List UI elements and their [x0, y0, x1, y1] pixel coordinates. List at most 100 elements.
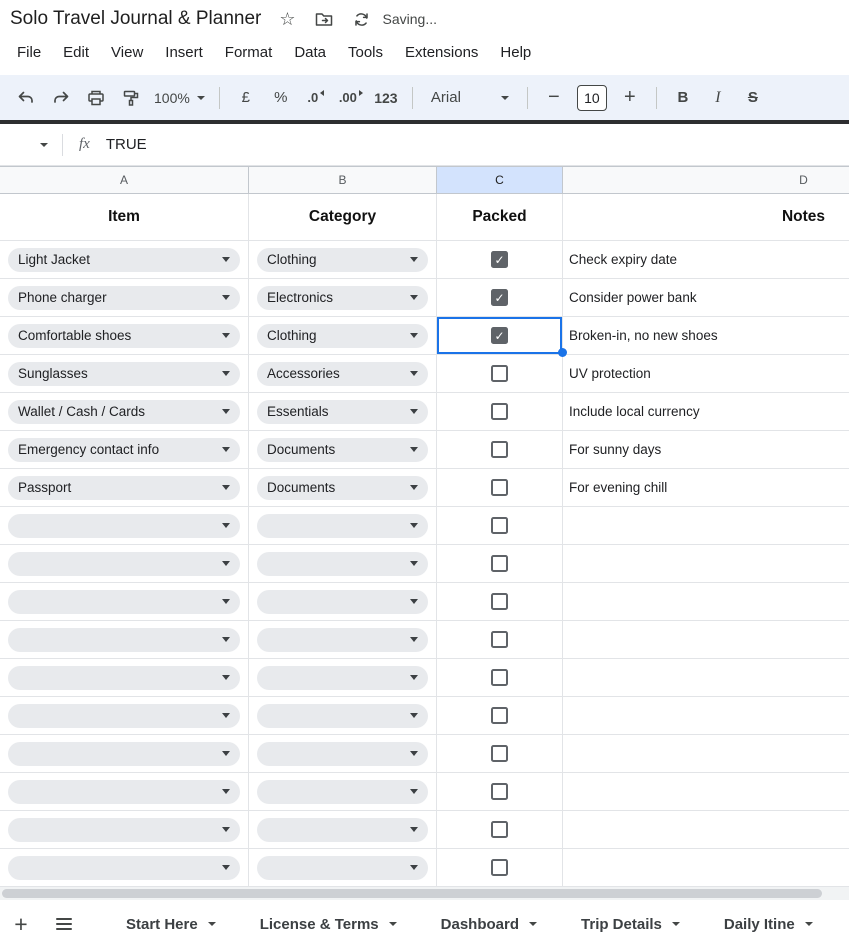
- category-dropdown[interactable]: [257, 665, 428, 690]
- name-box-dropdown-icon[interactable]: [40, 142, 48, 147]
- notes-cell[interactable]: For sunny days: [563, 431, 849, 468]
- decrease-decimal-button[interactable]: .0: [304, 83, 328, 113]
- item-cell[interactable]: [0, 773, 249, 810]
- item-cell[interactable]: [0, 507, 249, 544]
- all-sheets-menu-icon[interactable]: [56, 918, 72, 930]
- menu-edit[interactable]: Edit: [52, 41, 100, 64]
- category-cell[interactable]: [249, 583, 437, 620]
- item-dropdown[interactable]: Comfortable shoes: [8, 323, 240, 348]
- packed-checkbox[interactable]: [491, 251, 508, 268]
- item-dropdown[interactable]: [8, 817, 240, 842]
- increase-font-size-button[interactable]: +: [618, 83, 642, 113]
- category-cell[interactable]: [249, 659, 437, 696]
- packed-cell[interactable]: [437, 659, 563, 696]
- notes-cell[interactable]: [563, 697, 849, 734]
- item-cell[interactable]: [0, 849, 249, 886]
- packed-cell[interactable]: [437, 355, 563, 392]
- scrollbar-thumb[interactable]: [2, 889, 822, 898]
- packed-cell[interactable]: [437, 849, 563, 886]
- sheet-tab[interactable]: Dashboard: [419, 907, 559, 941]
- notes-cell[interactable]: [563, 773, 849, 810]
- format-currency-button[interactable]: £: [234, 83, 258, 113]
- decrease-font-size-button[interactable]: −: [542, 83, 566, 113]
- notes-cell[interactable]: Check expiry date: [563, 241, 849, 278]
- item-cell[interactable]: Phone charger: [0, 279, 249, 316]
- packed-checkbox[interactable]: [491, 859, 508, 876]
- notes-cell[interactable]: [563, 583, 849, 620]
- packed-cell[interactable]: [437, 735, 563, 772]
- sheet-tab[interactable]: Trip Details: [559, 907, 702, 941]
- packed-checkbox[interactable]: [491, 821, 508, 838]
- packed-checkbox[interactable]: [491, 289, 508, 306]
- packed-checkbox[interactable]: [491, 669, 508, 686]
- sheet-tab[interactable]: Daily Itine: [702, 907, 835, 941]
- item-cell[interactable]: Wallet / Cash / Cards: [0, 393, 249, 430]
- column-header-b[interactable]: B: [249, 167, 437, 193]
- saving-status[interactable]: Saving...: [383, 11, 437, 27]
- packed-cell[interactable]: [437, 279, 563, 316]
- item-dropdown[interactable]: [8, 779, 240, 804]
- notes-cell[interactable]: [563, 659, 849, 696]
- category-dropdown[interactable]: [257, 741, 428, 766]
- packed-cell[interactable]: [437, 773, 563, 810]
- italic-button[interactable]: I: [706, 83, 730, 113]
- category-dropdown[interactable]: [257, 779, 428, 804]
- packed-checkbox[interactable]: [491, 441, 508, 458]
- item-cell[interactable]: [0, 621, 249, 658]
- item-dropdown[interactable]: Wallet / Cash / Cards: [8, 399, 240, 424]
- notes-cell[interactable]: [563, 545, 849, 582]
- category-dropdown[interactable]: Clothing: [257, 247, 428, 272]
- notes-cell[interactable]: UV protection: [563, 355, 849, 392]
- category-dropdown[interactable]: Essentials: [257, 399, 428, 424]
- packed-cell[interactable]: [437, 431, 563, 468]
- strikethrough-button[interactable]: S: [741, 83, 765, 113]
- add-sheet-button[interactable]: +: [6, 909, 36, 939]
- menu-view[interactable]: View: [100, 41, 154, 64]
- category-cell[interactable]: Essentials: [249, 393, 437, 430]
- formula-input[interactable]: TRUE: [106, 136, 147, 153]
- item-cell[interactable]: [0, 545, 249, 582]
- undo-button[interactable]: [14, 83, 38, 113]
- item-dropdown[interactable]: Phone charger: [8, 285, 240, 310]
- notes-cell[interactable]: [563, 621, 849, 658]
- notes-cell[interactable]: Broken-in, no new shoes: [563, 317, 849, 354]
- menu-insert[interactable]: Insert: [154, 41, 214, 64]
- item-cell[interactable]: Sunglasses: [0, 355, 249, 392]
- category-dropdown[interactable]: [257, 589, 428, 614]
- category-cell[interactable]: Accessories: [249, 355, 437, 392]
- category-dropdown[interactable]: Documents: [257, 437, 428, 462]
- category-cell[interactable]: [249, 773, 437, 810]
- packed-checkbox[interactable]: [491, 555, 508, 572]
- packed-cell[interactable]: [437, 469, 563, 506]
- category-dropdown[interactable]: [257, 513, 428, 538]
- item-dropdown[interactable]: [8, 703, 240, 728]
- category-cell[interactable]: [249, 545, 437, 582]
- packed-checkbox[interactable]: [491, 745, 508, 762]
- category-dropdown[interactable]: [257, 817, 428, 842]
- print-button[interactable]: [84, 83, 108, 113]
- packed-checkbox[interactable]: [491, 517, 508, 534]
- item-dropdown[interactable]: [8, 551, 240, 576]
- notes-cell[interactable]: [563, 507, 849, 544]
- header-item[interactable]: Item: [0, 194, 249, 240]
- packed-checkbox[interactable]: [491, 403, 508, 420]
- item-cell[interactable]: [0, 735, 249, 772]
- sheet-tab[interactable]: Start Here: [104, 907, 238, 941]
- category-dropdown[interactable]: [257, 703, 428, 728]
- menu-data[interactable]: Data: [283, 41, 337, 64]
- packed-checkbox[interactable]: [491, 327, 508, 344]
- selection-fill-handle[interactable]: [558, 348, 567, 357]
- header-category[interactable]: Category: [249, 194, 437, 240]
- category-dropdown[interactable]: Clothing: [257, 323, 428, 348]
- notes-cell[interactable]: Include local currency: [563, 393, 849, 430]
- packed-cell[interactable]: [437, 317, 567, 357]
- category-cell[interactable]: [249, 811, 437, 848]
- packed-cell[interactable]: [437, 583, 563, 620]
- menu-file[interactable]: File: [6, 41, 52, 64]
- menu-tools[interactable]: Tools: [337, 41, 394, 64]
- item-cell[interactable]: Emergency contact info: [0, 431, 249, 468]
- notes-cell[interactable]: [563, 811, 849, 848]
- item-cell[interactable]: [0, 697, 249, 734]
- item-dropdown[interactable]: [8, 513, 240, 538]
- category-dropdown[interactable]: [257, 855, 428, 880]
